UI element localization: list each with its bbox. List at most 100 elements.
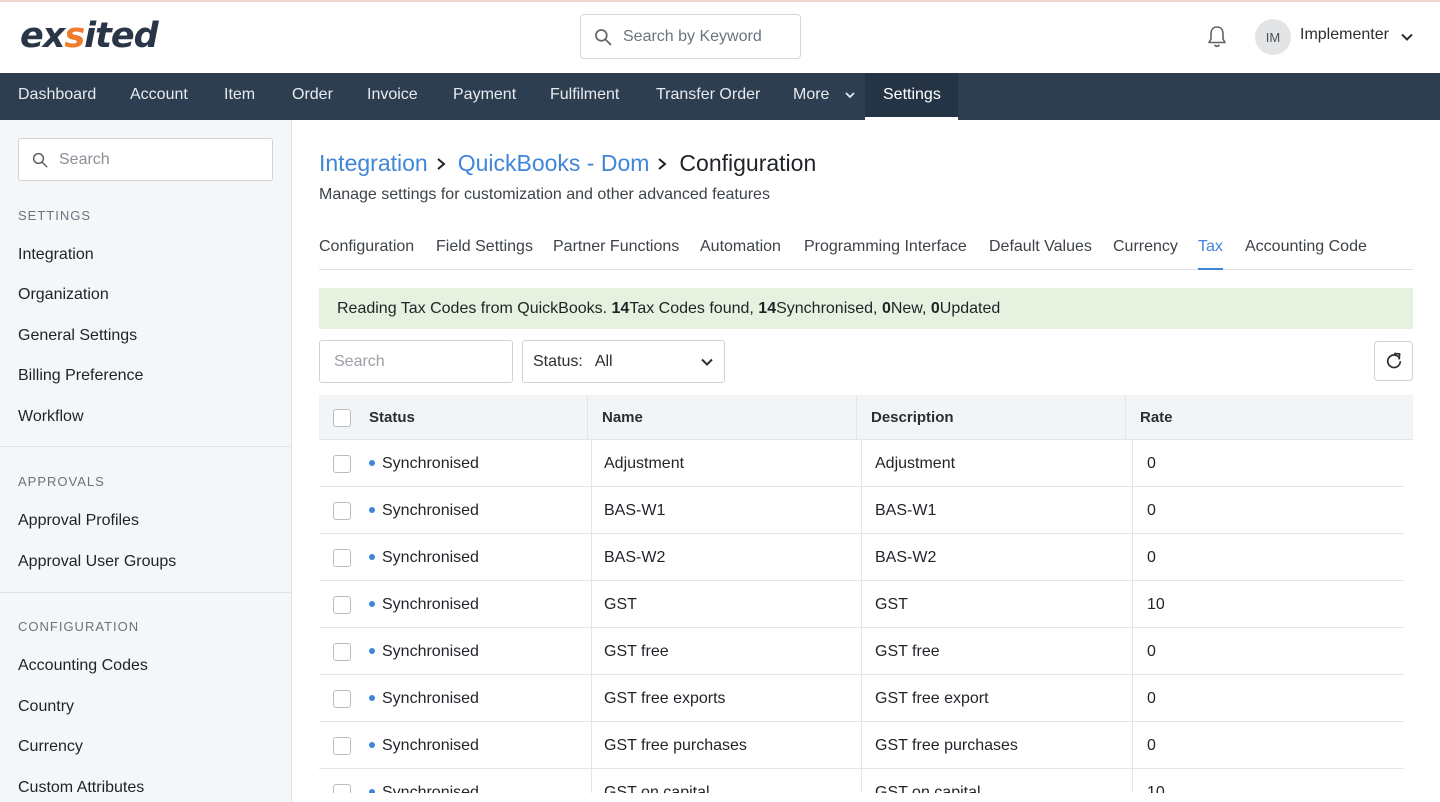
- app-logo[interactable]: ex s ited: [20, 16, 159, 56]
- sidebar-item-approval-user-groups[interactable]: Approval User Groups: [18, 553, 176, 571]
- search-icon: [595, 28, 612, 45]
- row-checkbox[interactable]: [333, 549, 351, 567]
- sidebar-item-workflow[interactable]: Workflow: [18, 408, 84, 426]
- cell-name: GST free exports: [604, 690, 726, 707]
- cell-rate: 0: [1147, 737, 1156, 754]
- row-checkbox[interactable]: [333, 502, 351, 520]
- sidebar-search-input[interactable]: Search: [18, 138, 273, 181]
- column-divider: [861, 722, 862, 769]
- sidebar-item-general-settings[interactable]: General Settings: [18, 327, 137, 345]
- tab-default-values[interactable]: Default Values: [989, 238, 1092, 270]
- nav-payment[interactable]: Payment: [453, 73, 516, 120]
- status-dot-icon: [369, 460, 375, 466]
- nav-transfer-order[interactable]: Transfer Order: [656, 73, 760, 120]
- chevron-down-icon[interactable]: [1400, 30, 1414, 44]
- cell-rate: 0: [1147, 643, 1156, 660]
- row-checkbox[interactable]: [333, 643, 351, 661]
- nav-more-label: More: [793, 86, 830, 103]
- tab-programming-interface[interactable]: Programming Interface: [804, 238, 967, 270]
- column-header-description[interactable]: Description: [871, 395, 954, 440]
- cell-description: GST: [875, 596, 908, 613]
- table-row[interactable]: Synchronised GST free exports GST free exp…: [319, 675, 1404, 722]
- sidebar-item-custom-attributes[interactable]: Custom Attributes: [18, 779, 144, 797]
- table-row[interactable]: Synchronised BAS-W2 BAS-W2 0: [319, 534, 1404, 581]
- nav-item[interactable]: Item: [224, 73, 255, 120]
- breadcrumb-integration[interactable]: Integration: [319, 150, 428, 177]
- global-search-input[interactable]: Search by Keyword: [580, 14, 801, 59]
- column-header-name[interactable]: Name: [602, 395, 643, 440]
- tab-automation[interactable]: Automation: [700, 238, 781, 270]
- row-checkbox[interactable]: [333, 690, 351, 708]
- sidebar-divider: [0, 592, 291, 593]
- cell-status: Synchronised: [382, 737, 479, 754]
- cell-description: BAS-W2: [875, 549, 937, 566]
- column-header-rate[interactable]: Rate: [1140, 395, 1173, 440]
- column-divider: [591, 440, 592, 487]
- cell-status: Synchronised: [382, 549, 479, 566]
- cell-rate: 0: [1147, 690, 1156, 707]
- sidebar-heading-settings: SETTINGS: [18, 208, 92, 223]
- table-row[interactable]: Synchronised Adjustment Adjustment 0: [319, 440, 1404, 487]
- status-dot-icon: [369, 554, 375, 560]
- cell-name: Adjustment: [604, 455, 685, 472]
- tab-accounting-code[interactable]: Accounting Code: [1245, 238, 1367, 270]
- cell-status: Synchronised: [382, 502, 479, 519]
- column-divider: [861, 675, 862, 722]
- nav-more[interactable]: More: [793, 73, 856, 120]
- table-row[interactable]: Synchronised GST free GST free 0: [319, 628, 1404, 675]
- breadcrumb: Integration QuickBooks - Dom Configurati…: [319, 150, 816, 177]
- sync-status-alert: Reading Tax Codes from QuickBooks. 14 Ta…: [319, 288, 1413, 329]
- table-search-input[interactable]: Search: [319, 340, 513, 383]
- column-divider: [1132, 534, 1133, 581]
- column-header-status[interactable]: Status: [369, 395, 415, 440]
- user-menu-name[interactable]: Implementer: [1300, 26, 1389, 44]
- cell-status: Synchronised: [382, 596, 479, 613]
- column-divider: [587, 395, 588, 440]
- status-filter-value: All: [594, 352, 613, 370]
- tab-configuration[interactable]: Configuration: [319, 238, 414, 270]
- sidebar-item-integration[interactable]: Integration: [18, 246, 94, 264]
- tab-field-settings[interactable]: Field Settings: [436, 238, 533, 270]
- column-divider: [1132, 675, 1133, 722]
- status-filter-label: Status:: [533, 352, 583, 370]
- nav-fulfilment[interactable]: Fulfilment: [550, 73, 619, 120]
- row-checkbox[interactable]: [333, 737, 351, 755]
- nav-settings[interactable]: Settings: [865, 73, 958, 120]
- table-row[interactable]: Synchronised GST on capital GST on capital…: [319, 769, 1404, 793]
- chevron-right-icon: [437, 157, 446, 170]
- nav-account[interactable]: Account: [130, 73, 188, 120]
- avatar[interactable]: IM: [1255, 19, 1291, 55]
- table-row[interactable]: Synchronised GST GST 10: [319, 581, 1404, 628]
- tab-currency[interactable]: Currency: [1113, 238, 1178, 270]
- sidebar-item-organization[interactable]: Organization: [18, 286, 109, 304]
- chevron-right-icon: [658, 157, 667, 170]
- row-checkbox[interactable]: [333, 596, 351, 614]
- status-filter-select[interactable]: Status: All: [522, 340, 725, 383]
- cell-name: GST: [604, 596, 637, 613]
- row-checkbox[interactable]: [333, 455, 351, 473]
- nav-invoice[interactable]: Invoice: [367, 73, 418, 120]
- sidebar-item-accounting-codes[interactable]: Accounting Codes: [18, 657, 148, 675]
- breadcrumb-quickbooks[interactable]: QuickBooks - Dom: [458, 150, 650, 177]
- nav-order[interactable]: Order: [292, 73, 333, 120]
- sidebar-item-currency[interactable]: Currency: [18, 738, 83, 756]
- cell-name: GST free: [604, 643, 669, 660]
- column-divider: [861, 628, 862, 675]
- refresh-button[interactable]: [1374, 341, 1413, 381]
- table-row[interactable]: Synchronised BAS-W1 BAS-W1 0: [319, 487, 1404, 534]
- sidebar-item-billing-preference[interactable]: Billing Preference: [18, 367, 143, 385]
- tab-partner-functions[interactable]: Partner Functions: [553, 238, 679, 270]
- sidebar-item-approval-profiles[interactable]: Approval Profiles: [18, 512, 139, 530]
- notification-bell-icon[interactable]: [1205, 24, 1229, 50]
- cell-description: GST free purchases: [875, 737, 1018, 754]
- sidebar-item-country[interactable]: Country: [18, 698, 74, 716]
- nav-dashboard[interactable]: Dashboard: [18, 73, 96, 120]
- tab-tax[interactable]: Tax: [1198, 238, 1223, 270]
- sidebar-search-placeholder: Search: [59, 150, 110, 168]
- row-checkbox[interactable]: [333, 784, 351, 793]
- cell-rate: 10: [1147, 784, 1165, 793]
- select-all-checkbox[interactable]: [333, 409, 351, 427]
- table-row[interactable]: Synchronised GST free purchases GST free p…: [319, 722, 1404, 769]
- column-divider: [1132, 487, 1133, 534]
- tax-codes-table: Status Name Description Rate Synchronise…: [319, 395, 1413, 793]
